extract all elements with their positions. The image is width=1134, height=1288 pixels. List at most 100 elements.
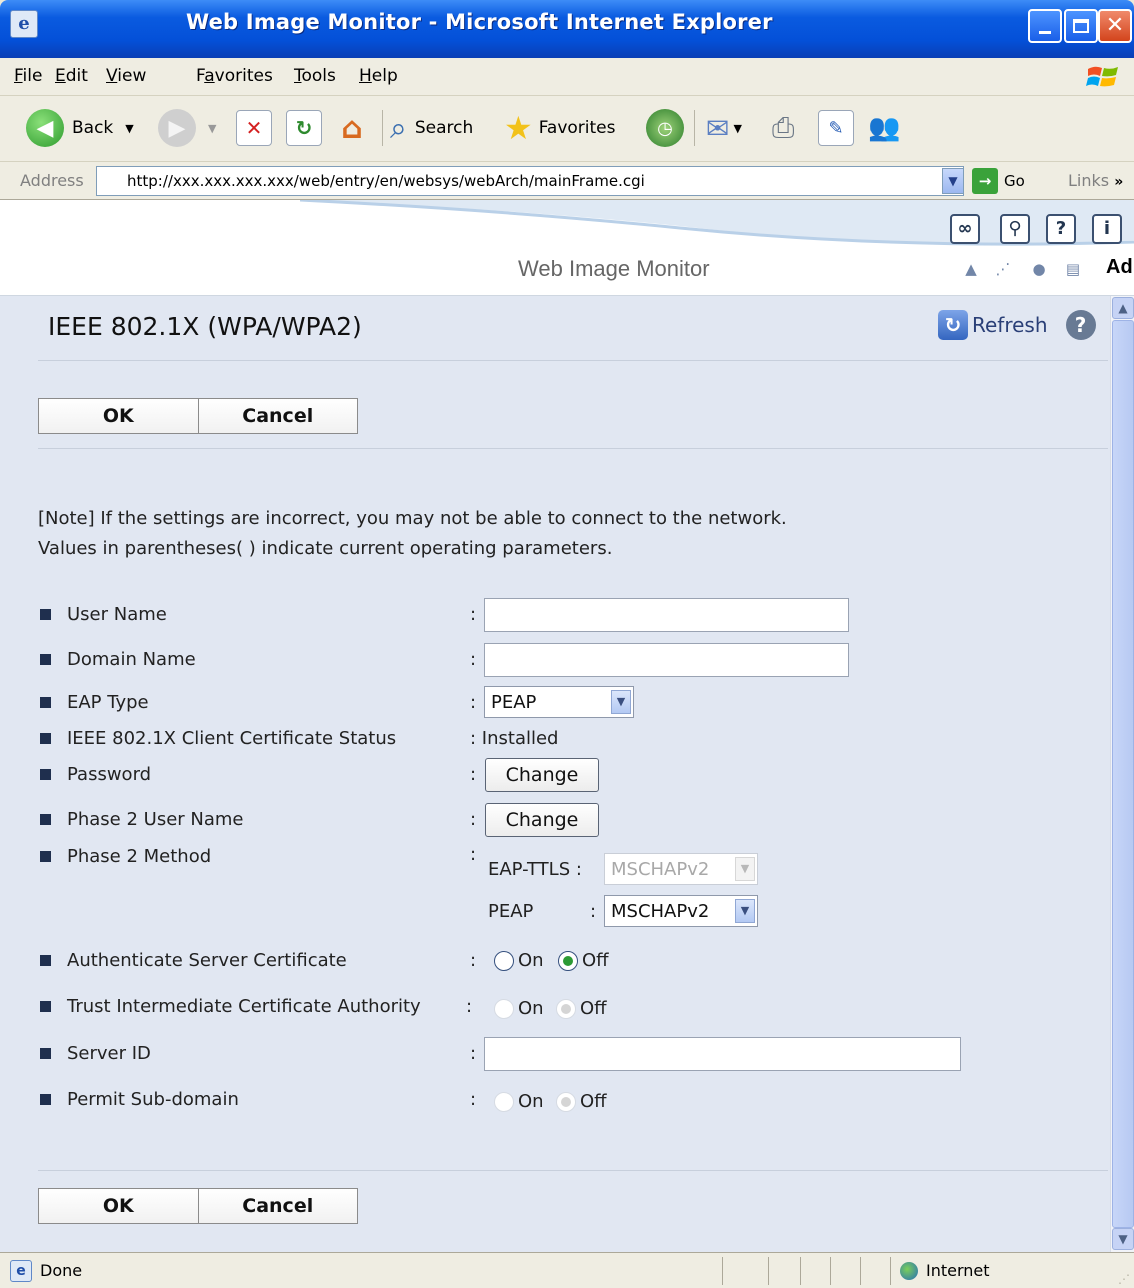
- bottom-action-bar: OK Cancel: [38, 1188, 358, 1224]
- permit-subdomain-label: Permit Sub-domain: [40, 1089, 239, 1110]
- user-name-input[interactable]: [484, 598, 849, 632]
- window-title-bar[interactable]: e Web Image Monitor - Microsoft Internet…: [0, 0, 1134, 58]
- password-change-button[interactable]: Change: [485, 758, 599, 792]
- server-id-label: Server ID: [40, 1043, 151, 1064]
- vertical-scrollbar[interactable]: ▲ ▼: [1110, 296, 1134, 1252]
- ie-app-icon[interactable]: e: [10, 10, 38, 38]
- back-dropdown-icon[interactable]: ▼: [125, 122, 133, 135]
- close-button[interactable]: ✕: [1098, 9, 1132, 43]
- password-label: Password: [40, 764, 151, 785]
- header-title: Web Image Monitor: [518, 256, 710, 281]
- browser-toolbar: ◀ Back ▼ ▶ ▼ ✕ ↻ ⌂ ⌕ Search ★ Favorites …: [0, 96, 1134, 162]
- chevron-down-icon: ▼: [611, 690, 631, 714]
- stop-button[interactable]: ✕: [236, 108, 272, 148]
- status-text: Done: [40, 1261, 83, 1280]
- windows-logo-icon: [1086, 66, 1118, 87]
- menu-view[interactable]: View: [106, 66, 146, 86]
- edit-icon: ✎: [818, 110, 854, 146]
- document-icon[interactable]: ▤: [1064, 260, 1082, 278]
- address-label: Address: [20, 171, 84, 190]
- menu-help[interactable]: Help: [359, 66, 398, 86]
- print-button[interactable]: ⎙: [772, 108, 794, 148]
- content-area: IEEE 802.1X (WPA/WPA2) ↻ Refresh ? OK Ca…: [0, 296, 1110, 1252]
- menu-favorites[interactable]: Favorites: [196, 66, 273, 86]
- scroll-up-icon[interactable]: ▲: [1112, 297, 1134, 319]
- search-icon[interactable]: ⚲: [1000, 214, 1030, 244]
- stop-icon: ✕: [236, 110, 272, 146]
- address-bar: Address http://xxx.xxx.xxx.xxx/web/entry…: [0, 162, 1134, 200]
- cancel-button[interactable]: Cancel: [198, 1188, 358, 1224]
- menu-tools[interactable]: Tools: [294, 66, 336, 86]
- info-icon[interactable]: i: [1092, 214, 1122, 244]
- favorites-button[interactable]: ★ Favorites: [504, 108, 615, 148]
- domain-name-input[interactable]: [484, 643, 849, 677]
- trust-ca-label: Trust Intermediate Certificate Authority: [40, 996, 421, 1017]
- go-button[interactable]: → Go: [972, 168, 1025, 194]
- mail-icon: ✉: [706, 111, 730, 145]
- cert-status-label: IEEE 802.1X Client Certificate Status: [40, 728, 396, 749]
- address-dropdown-icon[interactable]: ▼: [942, 168, 964, 194]
- help-icon[interactable]: ?: [1065, 310, 1096, 340]
- status-bar: e Done Internet ⋰: [0, 1252, 1134, 1288]
- ok-button[interactable]: OK: [38, 1188, 199, 1224]
- print-icon: ⎙: [772, 111, 795, 144]
- divider: [38, 448, 1108, 449]
- address-input[interactable]: http://xxx.xxx.xxx.xxx/web/entry/en/webs…: [96, 166, 964, 196]
- scroll-down-icon[interactable]: ▼: [1112, 1228, 1134, 1250]
- web-page: ∞ ⚲ ? i Web Image Monitor ▲ ⋰ ● ▤ Ad IEE…: [0, 200, 1134, 1252]
- peap-method-select[interactable]: MSCHAPv2 ▼: [604, 895, 758, 927]
- note-text: [Note] If the settings are incorrect, yo…: [38, 508, 787, 559]
- forward-button[interactable]: ▶ ▼: [158, 108, 216, 148]
- cert-status-value: : Installed: [470, 728, 559, 749]
- help-icon[interactable]: ?: [1046, 214, 1076, 244]
- scroll-thumb[interactable]: [1112, 320, 1134, 1228]
- auth-server-on-radio[interactable]: On: [494, 950, 544, 971]
- home-icon: ⌂: [341, 110, 363, 146]
- eap-ttls-method-select: MSCHAPv2 ▼: [604, 853, 758, 885]
- menu-edit[interactable]: Edit: [55, 66, 88, 86]
- messenger-icon: 👥: [868, 113, 901, 143]
- forward-arrow-icon: ▶: [158, 109, 196, 147]
- security-zone: Internet: [900, 1261, 990, 1280]
- ok-button[interactable]: OK: [38, 398, 199, 434]
- messenger-button[interactable]: 👥: [868, 108, 900, 148]
- eap-type-select[interactable]: PEAP ▼: [484, 686, 634, 718]
- star-icon: ★: [504, 109, 533, 147]
- mail-button[interactable]: ✉ ▼: [706, 108, 742, 148]
- home-button[interactable]: ⌂: [334, 108, 370, 148]
- go-arrow-icon: →: [972, 168, 998, 194]
- refresh-browser-button[interactable]: ↻: [286, 108, 322, 148]
- user-icon[interactable]: ●: [1030, 260, 1048, 278]
- phase2-method-label: Phase 2 Method: [40, 846, 211, 867]
- auth-server-off-radio[interactable]: Off: [558, 950, 609, 971]
- phase2-user-label: Phase 2 User Name: [40, 809, 244, 830]
- back-button[interactable]: ◀ Back ▼: [26, 108, 134, 148]
- forward-dropdown-icon[interactable]: ▼: [208, 122, 216, 135]
- cancel-button[interactable]: Cancel: [198, 398, 358, 434]
- subdomain-on-radio: On: [494, 1091, 544, 1112]
- link-icon[interactable]: ∞: [950, 214, 980, 244]
- search-button[interactable]: ⌕ Search: [390, 108, 473, 148]
- server-id-input[interactable]: [484, 1037, 961, 1071]
- search-icon: ⌕: [390, 110, 407, 146]
- refresh-button[interactable]: ↻ Refresh ?: [938, 310, 1096, 340]
- resize-grip-icon[interactable]: ⋰: [1118, 1272, 1130, 1286]
- subdomain-off-radio: Off: [556, 1091, 607, 1112]
- trust-ca-off-radio: Off: [556, 998, 607, 1019]
- links-button[interactable]: Links »: [1068, 171, 1123, 190]
- domain-name-label: Domain Name: [40, 649, 196, 670]
- refresh-icon: ↻: [286, 110, 322, 146]
- edit-button[interactable]: ✎: [818, 108, 854, 148]
- divider: [38, 1170, 1108, 1171]
- divider: [38, 360, 1108, 361]
- printer-icon[interactable]: ▲: [962, 260, 980, 278]
- menu-file[interactable]: File: [14, 66, 42, 86]
- phase2-user-change-button[interactable]: Change: [485, 803, 599, 837]
- network-icon[interactable]: ⋰: [994, 260, 1012, 278]
- window-title: Web Image Monitor - Microsoft Internet E…: [186, 10, 773, 34]
- maximize-button[interactable]: [1064, 9, 1098, 43]
- minimize-button[interactable]: [1028, 9, 1062, 43]
- minimize-icon: [1039, 31, 1051, 34]
- mail-dropdown-icon[interactable]: ▼: [733, 122, 741, 135]
- history-button[interactable]: ◷: [646, 108, 684, 148]
